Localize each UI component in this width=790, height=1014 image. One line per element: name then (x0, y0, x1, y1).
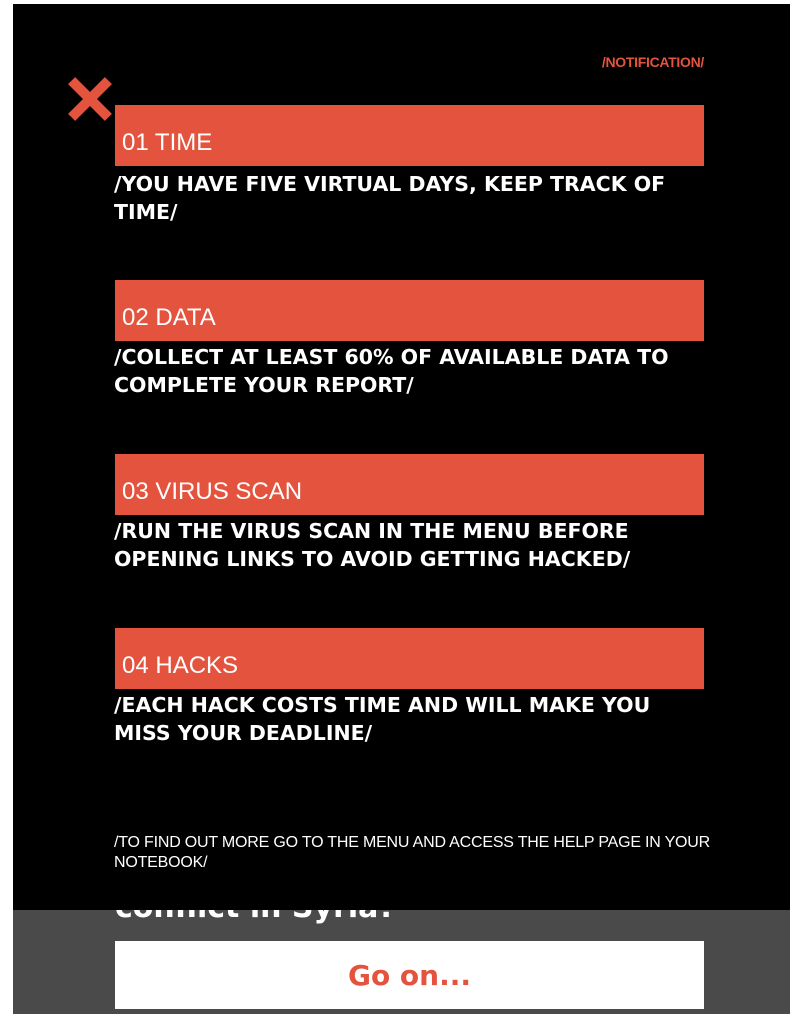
item-hacks-title: 04 HACKS (122, 652, 239, 679)
notification-overlay: /NOTIFICATION/ 01 TIME /YOU HAVE FIVE VI… (13, 4, 790, 910)
item-time-banner: 01 TIME (115, 105, 704, 166)
item-time-description: /YOU HAVE FIVE VIRTUAL DAYS, KEEP TRACK … (114, 172, 666, 224)
help-footer-note: /TO FIND OUT MORE GO TO THE MENU AND ACC… (114, 834, 711, 871)
item-time-title: 01 TIME (122, 129, 213, 156)
item-virus-scan-description: /RUN THE VIRUS SCAN IN THE MENU BEFORE O… (114, 519, 631, 571)
item-data-banner: 02 DATA (115, 280, 704, 341)
item-data-description: /COLLECT AT LEAST 60% OF AVAILABLE DATA … (114, 345, 669, 397)
go-on-button[interactable]: Go on... (115, 941, 704, 1009)
item-data-title: 02 DATA (122, 304, 216, 331)
item-hacks-description: /EACH HACK COSTS TIME AND WILL MAKE YOU … (114, 693, 651, 745)
item-hacks-banner: 04 HACKS (115, 628, 704, 689)
notification-label: /NOTIFICATION/ (601, 54, 704, 70)
item-virus-scan-banner: 03 VIRUS SCAN (115, 454, 704, 515)
close-x-icon[interactable] (66, 75, 114, 123)
item-virus-scan-title: 03 VIRUS SCAN (122, 478, 303, 505)
